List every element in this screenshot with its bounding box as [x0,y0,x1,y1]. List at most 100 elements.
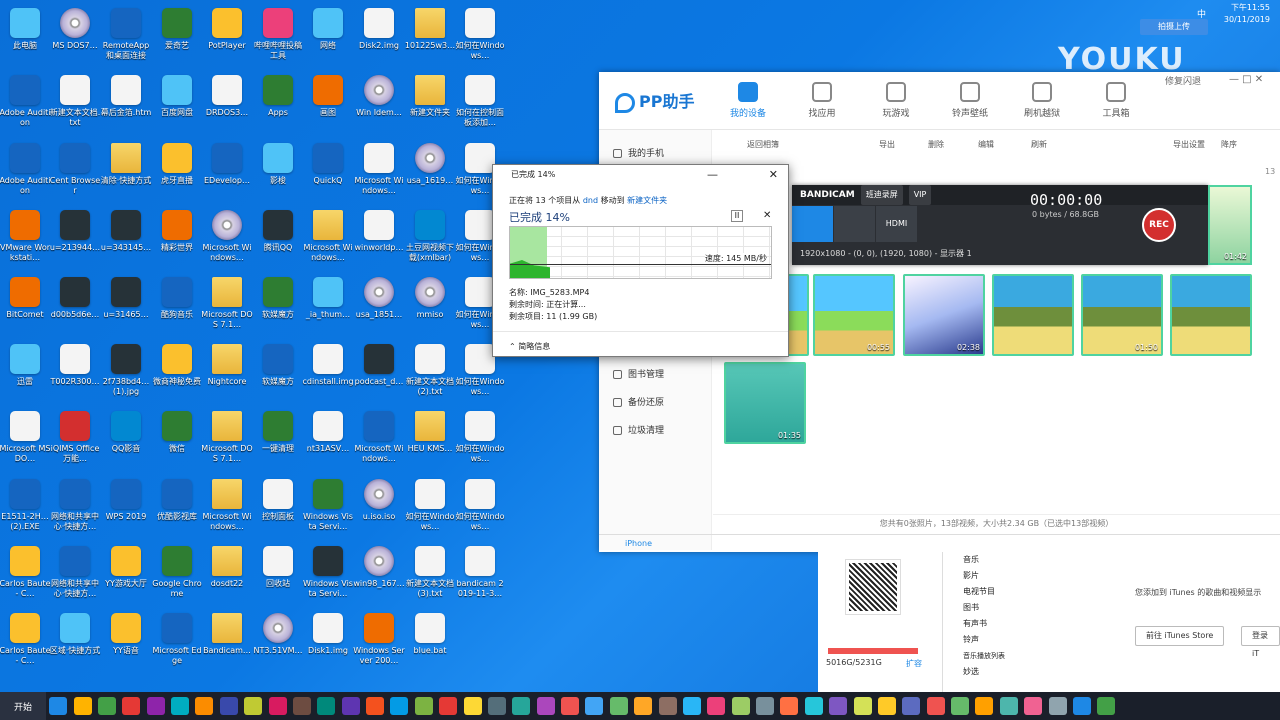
desktop-icon[interactable]: u=31465… [101,273,151,339]
taskbar-app-icon[interactable] [244,697,263,715]
sort-button[interactable]: 降序 [1221,139,1237,150]
delete-button[interactable]: 删除 [928,139,944,150]
taskbar-app-icon[interactable] [634,697,653,715]
desktop-icon[interactable]: usa_1851… [354,273,404,339]
taskbar-app-icon[interactable] [49,697,68,715]
desktop-icon[interactable]: Win Idem… [354,71,404,137]
repair-crash-link[interactable]: 修复闪退 [1165,74,1201,87]
desktop-icon[interactable]: Bandicam… [202,609,252,675]
taskbar-app-icon[interactable] [1048,697,1067,715]
refresh-button[interactable]: 刷新 [1031,139,1047,150]
video-thumb[interactable]: 01:50 [1081,274,1163,356]
share-button[interactable]: 拍摄上传 [1140,19,1208,35]
taskbar-app-icon[interactable] [1072,697,1091,715]
desktop-icon[interactable]: 哔哩哔哩投稿工具 [253,4,303,70]
desktop-icon[interactable]: usa_1619… [405,139,455,205]
desktop-icon[interactable]: VMware Workstati… [0,206,50,272]
desktop-icon[interactable]: 幕后金箔.htm [101,71,151,137]
desktop-icon[interactable]: 新建文本文档(2).txt [405,340,455,406]
desktop-icon[interactable]: WPS 2019 [101,475,151,541]
desktop-icon[interactable]: u.iso.iso [354,475,404,541]
video-thumb[interactable] [1170,274,1252,356]
bandicam-tag[interactable]: 班迪录屏 [860,185,903,205]
desktop-icon[interactable]: 新建文本文档.txt [50,71,100,137]
taskbar-app-icon[interactable] [292,697,311,715]
desktop-icon[interactable]: DRDOS3… [202,71,252,137]
desktop-icon[interactable]: Disk1.img [303,609,353,675]
desktop-icon[interactable]: 网络和共享中心·快捷方… [50,475,100,541]
desktop-icon[interactable]: YY语音 [101,609,151,675]
desktop-icon[interactable]: nt31ASV… [303,407,353,473]
desktop-icon[interactable]: 如何在Windows… [455,4,505,70]
desktop-icon[interactable]: u=343145… [101,206,151,272]
video-thumb[interactable]: 00:55 [813,274,895,356]
desktop-icon[interactable]: 精彩世界 [152,206,202,272]
device-mode-button[interactable]: HDMI [876,206,918,242]
nav-ringtone-wallpaper[interactable]: 铃声壁纸 [939,82,1001,126]
nav-my-device[interactable]: 我的设备 [717,82,779,126]
sidebar-item-backup[interactable]: 备份还原 [613,395,664,408]
taskbar-app-icon[interactable] [658,697,677,715]
desktop-icon[interactable]: 酷狗音乐 [152,273,202,339]
desktop-icon[interactable]: Microsoft Windows… [354,139,404,205]
desktop-icon[interactable]: 微商神秘免费 [152,340,202,406]
vip-badge[interactable]: VIP [908,185,932,205]
desktop-icon[interactable]: RemoteApp和桌面连接 [101,4,151,70]
desktop-icon[interactable]: iQIMS Office万能… [50,407,100,473]
video-thumb[interactable] [992,274,1074,356]
taskbar-app-icon[interactable] [682,697,701,715]
desktop-icon[interactable]: 软媒魔方 [253,340,303,406]
nav-find-app[interactable]: 找应用 [791,82,853,126]
desktop-icon[interactable]: Microsoft Windows… [202,206,252,272]
desktop-icon[interactable]: E1511-2H…(2).EXE [0,475,50,541]
desktop-icon[interactable]: 虎牙直播 [152,139,202,205]
taskbar-app-icon[interactable] [146,697,165,715]
screen-mode-button[interactable] [792,206,834,242]
taskbar-app-icon[interactable] [122,697,141,715]
desktop-icon[interactable]: 清除·快捷方式 [101,139,151,205]
desktop-icon[interactable]: MS DOS7… [50,4,100,70]
desktop-icon[interactable]: Microsoft Windows… [354,407,404,473]
desktop-icon[interactable]: Windows Vista Servi… [303,475,353,541]
taskbar-app-icon[interactable] [219,697,238,715]
taskbar-app-icon[interactable] [512,697,531,715]
library-item-tv[interactable]: 电视节目 [963,584,1005,600]
taskbar-app-icon[interactable] [1097,697,1116,715]
taskbar-app-icon[interactable] [707,697,726,715]
taskbar-app-icon[interactable] [877,697,896,715]
export-settings-button[interactable]: 导出设置 [1173,139,1205,150]
taskbar-app-icon[interactable] [268,697,287,715]
library-item-tones[interactable]: 铃声 [963,632,1005,648]
desktop-icon[interactable]: cdinstall.img [302,340,354,406]
taskbar-app-icon[interactable] [73,697,92,715]
taskbar-app-icon[interactable] [926,697,945,715]
taskbar-app-icon[interactable] [756,697,775,715]
taskbar-app-icon[interactable] [585,697,604,715]
desktop-icon[interactable]: Microsoft DOS 7.1… [201,407,253,473]
desktop-icon[interactable]: Microsoft Windows… [202,475,252,541]
desktop-icon[interactable]: winworldp… [354,206,404,272]
taskbar-app-icon[interactable] [366,697,385,715]
itunes-store-button[interactable]: 前往 iTunes Store [1135,626,1225,646]
desktop-icon[interactable]: _ia_thum… [303,273,353,339]
export-button[interactable]: 导出 [879,139,895,150]
playlists-header[interactable]: 音乐播放列表 [963,648,1005,664]
desktop-icon[interactable]: Windows Server 200… [353,609,405,675]
video-thumb[interactable]: 01:42 [1208,185,1252,265]
desktop-icon[interactable]: 2f738bd4…(1).jpg [101,340,151,406]
taskbar-app-icon[interactable] [853,697,872,715]
desktop-icon[interactable]: Carlos Baute - C… [0,542,51,608]
taskbar-app-icon[interactable] [804,697,823,715]
taskbar-app-icon[interactable] [975,697,994,715]
taskbar-app-icon[interactable] [171,697,190,715]
desktop-icon[interactable]: 网络和共享中心·快捷方… [50,542,100,608]
taskbar-app-icon[interactable] [536,697,555,715]
desktop-icon[interactable]: Windows Vista Servi… [303,542,353,608]
desktop-icon[interactable]: Cent Browser [50,139,100,205]
taskbar-app-icon[interactable] [439,697,458,715]
desktop-icon[interactable]: win98_167… [353,542,405,608]
desktop-icon[interactable]: 优酷影视库 [152,475,202,541]
desktop-icon[interactable]: Nightcore [202,340,252,406]
desktop-icon[interactable]: 影梭 [253,139,303,205]
itunes-login-button[interactable]: 登录 iT [1241,626,1280,658]
